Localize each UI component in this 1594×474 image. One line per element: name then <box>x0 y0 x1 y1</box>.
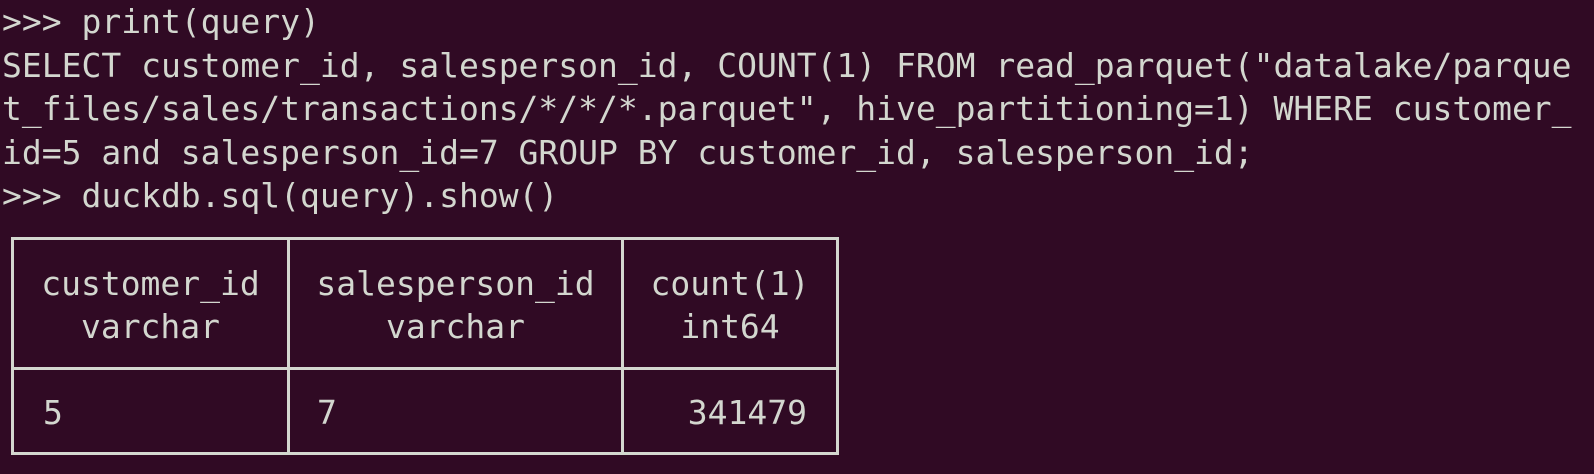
prompt-line-print-query: >>> print(query) <box>2 2 320 41</box>
table-cell-count: 341479 <box>687 393 807 432</box>
query-output-line-1: SELECT customer_id, salesperson_id, COUN… <box>2 45 1572 85</box>
table-cell-customer-id: 5 <box>43 393 63 432</box>
query-output-line-2: t_files/sales/transactions/*/*/*.parquet… <box>2 89 1572 128</box>
table-cell-salesperson-id: 7 <box>317 393 337 432</box>
column-header-count: count(1) int64 <box>624 262 836 348</box>
column-type: int64 <box>680 307 780 346</box>
column-name: salesperson_id <box>316 264 595 303</box>
column-name: customer_id <box>41 264 260 303</box>
header-divider <box>14 367 836 370</box>
column-header-customer-id: customer_id varchar <box>14 262 287 348</box>
column-header-salesperson-id: salesperson_id varchar <box>290 262 621 348</box>
column-type: varchar <box>385 307 526 346</box>
terminal-output: >>> print(query) SELECT customer_id, sal… <box>2 0 1592 218</box>
column-name: count(1) <box>650 264 810 303</box>
query-output-line-3: id=5 and salesperson_id=7 GROUP BY custo… <box>2 132 1254 172</box>
result-table: customer_id varchar salesperson_id varch… <box>11 237 839 455</box>
prompt-line-duckdb-show: >>> duckdb.sql(query).show() <box>2 176 559 215</box>
column-type: varchar <box>80 307 221 346</box>
